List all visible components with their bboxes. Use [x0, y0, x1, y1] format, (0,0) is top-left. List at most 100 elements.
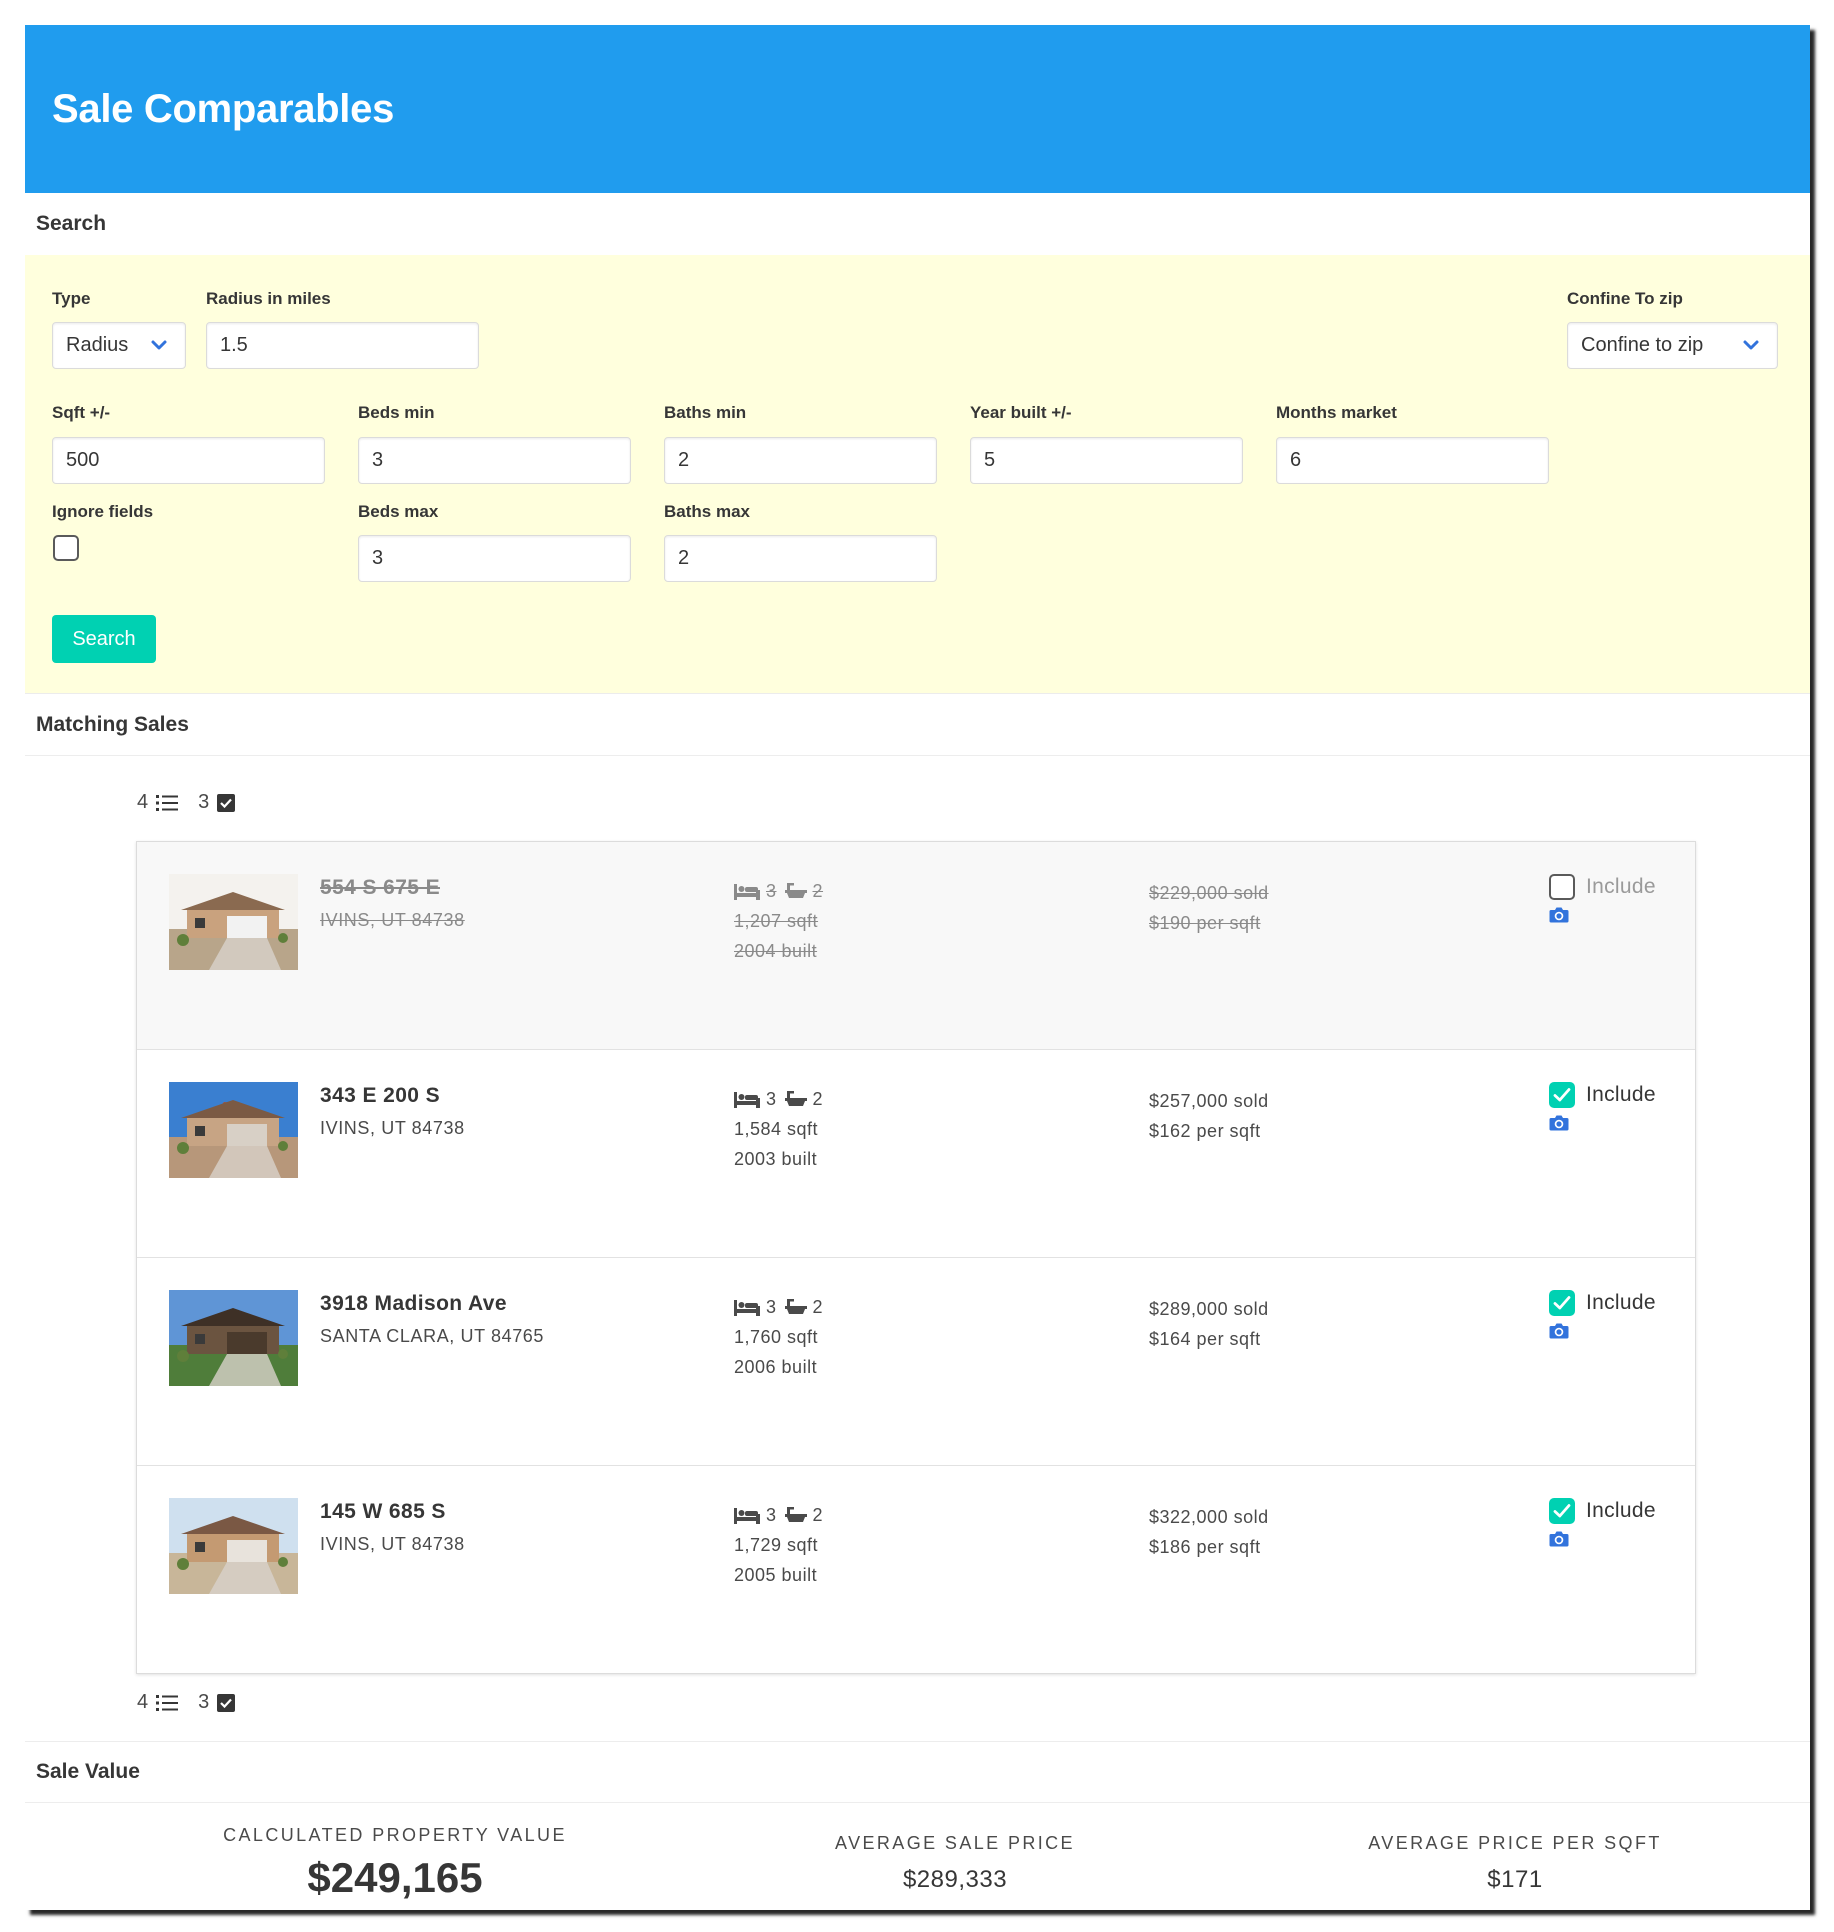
year-built-input[interactable]: 5 [970, 437, 1243, 484]
counts-top: 4 3 [137, 791, 255, 814]
checkbox-checked-icon [217, 793, 236, 812]
calculated-value-stat: CALCULATED PROPERTY VALUE $249,165 [185, 1825, 605, 1902]
beds-max-label: Beds max [358, 502, 439, 521]
months-market-input[interactable]: 6 [1276, 437, 1549, 484]
radius-label: Radius in miles [206, 289, 331, 308]
year-built-label: Year built +/- [970, 403, 1072, 422]
baths-min-input[interactable]: 2 [664, 437, 937, 484]
search-heading: Search [36, 212, 107, 235]
checkmark-icon [1553, 1504, 1571, 1518]
confine-label: Confine To zip [1567, 289, 1683, 308]
listing-beds: 3 [766, 1089, 777, 1109]
baths-max-label: Baths max [664, 502, 750, 521]
chevron-down-icon [1743, 340, 1759, 350]
listing-sold: $257,000 sold [1149, 1091, 1269, 1111]
listing-built: 2005 built [734, 1565, 818, 1585]
search-button[interactable]: Search [52, 615, 156, 663]
house-photo[interactable] [169, 1082, 298, 1178]
house-photo[interactable] [169, 874, 298, 970]
type-field: Type [52, 289, 90, 309]
include-label[interactable]: Include [1586, 875, 1656, 899]
camera-icon[interactable] [1549, 1322, 1656, 1344]
listing-street: 145 W 685 S [320, 1500, 446, 1523]
sqft-field: Sqft +/- [52, 403, 110, 423]
camera-icon[interactable] [1549, 1114, 1656, 1136]
listing-row-3[interactable]: 3918 Madison Ave SANTA CLARA, UT 84765 3… [137, 1258, 1695, 1466]
include-checkbox[interactable] [1549, 1498, 1575, 1524]
listing-baths: 2 [812, 1297, 824, 1317]
ignore-fields-field: Ignore fields [52, 502, 153, 522]
listing-list: 554 S 675 E IVINS, UT 84738 3 2 1,207 sq… [136, 841, 1696, 1674]
listing-per-sqft: $190 per sqft [1149, 913, 1261, 933]
beds-min-label: Beds min [358, 403, 435, 422]
listing-built: 2004 built [734, 941, 818, 961]
radius-input[interactable]: 1.5 [206, 322, 479, 369]
listing-city: IVINS, UT 84738 [320, 1118, 465, 1138]
confine-select-value: Confine to zip [1581, 334, 1704, 356]
camera-icon[interactable] [1549, 1530, 1656, 1552]
checkmark-icon [1553, 1296, 1571, 1310]
calculated-value: $249,165 [307, 1854, 483, 1901]
list-icon [156, 794, 179, 811]
bed-icon [734, 1092, 760, 1108]
months-market-label: Months market [1276, 403, 1397, 422]
list-icon [156, 1694, 179, 1711]
type-label: Type [52, 289, 91, 308]
sqft-input[interactable]: 500 [52, 437, 325, 484]
listing-sqft: 1,584 sqft [734, 1119, 819, 1139]
listing-city: IVINS, UT 84738 [320, 1534, 465, 1554]
beds-min-input[interactable]: 3 [358, 437, 631, 484]
listing-per-sqft: $164 per sqft [1149, 1329, 1261, 1349]
listing-row-1[interactable]: 554 S 675 E IVINS, UT 84738 3 2 1,207 sq… [137, 842, 1695, 1050]
listing-price: $289,000 sold $164 per sqft [1149, 1294, 1269, 1354]
listing-built: 2003 built [734, 1149, 818, 1169]
search-panel: Type Radius Radius in miles 1.5 Confine … [25, 255, 1810, 694]
listing-price: $229,000 sold $190 per sqft [1149, 878, 1269, 938]
average-sale-price-caption: AVERAGE SALE PRICE [835, 1833, 1075, 1853]
total-count: 4 [137, 1691, 149, 1713]
average-price-per-sqft-caption: AVERAGE PRICE PER SQFT [1368, 1833, 1662, 1853]
page-title: Sale Comparables [52, 86, 395, 131]
listing-sqft: 1,760 sqft [734, 1327, 819, 1347]
include-checkbox[interactable] [1549, 874, 1575, 900]
confine-select[interactable]: Confine to zip [1567, 322, 1778, 369]
listing-baths: 2 [812, 1089, 824, 1109]
calculated-value-caption: CALCULATED PROPERTY VALUE [223, 1825, 567, 1845]
type-select[interactable]: Radius [52, 322, 186, 369]
listing-specs: 3 2 1,584 sqft 2003 built [734, 1084, 823, 1174]
listing-sold: $289,000 sold [1149, 1299, 1269, 1319]
bath-icon [784, 1507, 807, 1522]
camera-icon[interactable] [1549, 906, 1656, 928]
baths-max-input[interactable]: 2 [664, 535, 937, 582]
ignore-fields-label: Ignore fields [52, 502, 154, 521]
include-label[interactable]: Include [1586, 1083, 1656, 1107]
listing-per-sqft: $162 per sqft [1149, 1121, 1261, 1141]
include-checkbox[interactable] [1549, 1290, 1575, 1316]
bath-icon [784, 1299, 807, 1314]
listing-specs: 3 2 1,207 sqft 2004 built [734, 876, 823, 966]
beds-max-input[interactable]: 3 [358, 535, 631, 582]
ignore-fields-checkbox[interactable] [53, 535, 79, 561]
bed-icon [734, 884, 760, 900]
listing-built: 2006 built [734, 1357, 818, 1377]
listing-row-4[interactable]: 145 W 685 S IVINS, UT 84738 3 2 1,729 sq… [137, 1466, 1695, 1674]
beds-max-field: Beds max [358, 502, 438, 522]
include-checkbox[interactable] [1549, 1082, 1575, 1108]
baths-min-field: Baths min [664, 403, 746, 423]
listing-price: $257,000 sold $162 per sqft [1149, 1086, 1269, 1146]
months-market-field: Months market [1276, 403, 1397, 423]
listing-street: 343 E 200 S [320, 1084, 440, 1107]
listing-beds: 3 [766, 1297, 777, 1317]
average-sale-price-stat: AVERAGE SALE PRICE $289,333 [765, 1833, 1145, 1894]
average-sale-price: $289,333 [902, 1866, 1008, 1893]
sqft-label: Sqft +/- [52, 403, 111, 422]
listing-street: 554 S 675 E [320, 876, 440, 899]
counts-bottom: 4 3 [137, 1691, 255, 1714]
listing-specs: 3 2 1,729 sqft 2005 built [734, 1500, 823, 1590]
checkbox-checked-icon [217, 1693, 236, 1712]
include-label[interactable]: Include [1586, 1291, 1656, 1315]
house-photo[interactable] [169, 1498, 298, 1594]
include-label[interactable]: Include [1586, 1499, 1656, 1523]
house-photo[interactable] [169, 1290, 298, 1386]
listing-row-2[interactable]: 343 E 200 S IVINS, UT 84738 3 2 1,584 sq… [137, 1050, 1695, 1258]
